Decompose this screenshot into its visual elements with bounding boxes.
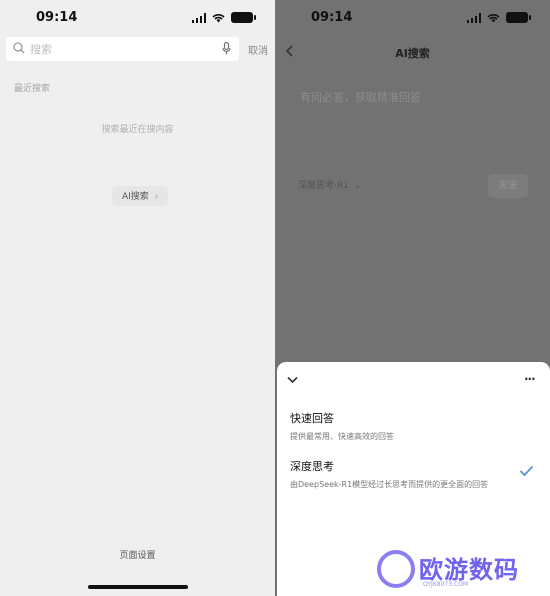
search-icon (13, 42, 25, 54)
page-settings-link[interactable]: 页面设置 (0, 548, 275, 561)
wifi-icon (212, 13, 225, 22)
status-bar: 09:14 (0, 8, 275, 28)
watermark-emblem (377, 550, 415, 588)
empty-hint: 搜索最近在搜内容 (101, 125, 174, 135)
option-description: 提供最常用、快速高效的回答 (290, 432, 394, 441)
ai-search-button[interactable]: AI搜索 › (112, 186, 169, 206)
mode-label: 深度思考·R1 (298, 181, 349, 191)
chevron-right-icon: › (154, 192, 159, 202)
microphone-icon[interactable] (222, 42, 231, 55)
collapse-chevron-icon[interactable] (287, 376, 298, 384)
more-options-icon[interactable]: ··· (524, 372, 536, 386)
chevron-down-icon: ⌄ (353, 181, 362, 191)
search-input[interactable]: 搜索 (6, 37, 239, 61)
option-description: 由DeepSeek-R1模型经过长思考而提供的更全面的回答 (290, 480, 489, 489)
status-time: 09:14 (36, 10, 78, 25)
status-icons (192, 12, 256, 23)
ai-question-input[interactable]: 有问必答，获取精准回答 (300, 89, 421, 105)
watermark-text: 欧游数码 (419, 556, 519, 584)
checkmark-icon (519, 465, 534, 477)
status-icons (467, 12, 531, 23)
signal-icon (467, 12, 481, 23)
option-title: 深度思考 (290, 460, 334, 473)
battery-icon (231, 12, 256, 23)
watermark-logo: 欧游数码 OYJK8073.COM (373, 548, 543, 592)
wifi-icon (487, 13, 500, 22)
mode-selector[interactable]: 深度思考·R1 ⌄ (298, 178, 361, 191)
ai-search-label: AI搜索 (122, 192, 149, 202)
page-title: AI搜索 (395, 47, 430, 60)
home-indicator (88, 585, 188, 589)
option-title: 快速回答 (290, 412, 334, 425)
status-time: 09:14 (311, 10, 353, 25)
signal-icon (192, 12, 206, 23)
search-page: 09:14 搜索 取消 最近搜索 搜索最近在搜内容 AI搜索 › 页面设置 (0, 0, 275, 596)
watermark-subtext: OYJK8073.COM (423, 581, 469, 588)
status-bar: 09:14 (275, 8, 550, 28)
battery-icon (506, 12, 531, 23)
cancel-button[interactable]: 取消 (248, 42, 268, 57)
search-placeholder: 搜索 (30, 43, 52, 56)
recent-search-heading: 最近搜索 (14, 84, 51, 94)
send-button[interactable]: 发送 (488, 174, 528, 198)
